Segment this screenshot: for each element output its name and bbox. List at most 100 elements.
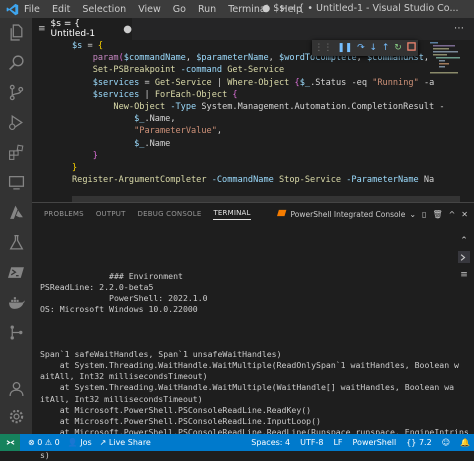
code-line[interactable]: } — [72, 150, 445, 162]
chevron-down-icon[interactable]: ⌄ — [409, 210, 416, 219]
code-line[interactable]: $services | ForEach-Object { — [72, 89, 445, 101]
tab-terminal[interactable]: TERMINAL — [213, 209, 251, 220]
minimap[interactable] — [430, 40, 460, 80]
settings-gear-icon[interactable] — [6, 406, 26, 426]
code-token: $_ — [134, 138, 145, 149]
chevron-up-icon[interactable]: ^ — [449, 210, 456, 219]
menu-go[interactable]: Go — [173, 4, 186, 15]
account-icon[interactable] — [6, 378, 26, 398]
code-token: { — [289, 77, 300, 88]
encoding-status[interactable]: UTF-8 — [300, 438, 323, 447]
code-token: - — [434, 101, 445, 112]
menu-selection[interactable]: Selection — [82, 4, 126, 15]
code-token: = — [139, 77, 155, 88]
code-token: System.Management.Automation.CompletionR… — [201, 101, 435, 112]
docker-icon[interactable] — [6, 292, 26, 312]
terminal-tab-icon[interactable] — [458, 251, 470, 263]
more-actions-icon[interactable]: ⋯ — [454, 23, 464, 34]
notifications-icon[interactable]: 🔔 — [460, 438, 470, 447]
code-line[interactable]: } — [72, 162, 445, 174]
extensions-icon[interactable] — [6, 142, 26, 162]
code-token: Stop-Service — [278, 175, 342, 186]
code-line[interactable]: $services = Get-Service | Where-Object {… — [72, 77, 445, 89]
menu-file[interactable]: File — [24, 4, 40, 15]
tab-debug-console[interactable]: DEBUG CONSOLE — [138, 210, 202, 218]
indentation-status[interactable]: Spaces: 4 — [251, 438, 290, 447]
pause-icon[interactable]: ❚❚ — [337, 43, 352, 53]
remote-indicator-icon[interactable] — [0, 434, 20, 451]
code-line[interactable]: "ParameterValue", — [72, 125, 445, 137]
powershell-version[interactable]: {} 7.2 — [406, 438, 431, 447]
live-share-button[interactable]: ↗ Live Share — [100, 438, 151, 447]
feedback-icon[interactable]: ☺ — [442, 438, 450, 447]
search-icon[interactable] — [6, 52, 26, 72]
code-token: Get-Service — [154, 77, 212, 88]
terminal-selector[interactable]: PowerShell Integrated Console — [291, 210, 406, 219]
code-editor[interactable]: $s = { param($commandName, $parameterNam… — [32, 40, 474, 202]
status-bar: ⊗ 0 ⚠ 0 👤 Jos ↗ Live Share Spaces: 4 UTF… — [0, 434, 474, 451]
menu-view[interactable]: View — [138, 4, 161, 15]
close-icon[interactable]: ● — [123, 24, 132, 35]
source-control-icon[interactable] — [6, 82, 26, 102]
code-token: "ParameterValue" — [134, 126, 217, 137]
run-debug-icon[interactable] — [6, 112, 26, 132]
code-line[interactable]: $_.Name — [72, 138, 445, 150]
menu-run[interactable]: Run — [198, 4, 216, 15]
code-line[interactable]: Set-PSBreakpoint -command Get-Service — [72, 64, 445, 76]
step-out-icon[interactable]: ↑ — [382, 43, 390, 53]
code-text[interactable]: $s = { param($commandName, $parameterNam… — [72, 40, 445, 186]
close-panel-icon[interactable]: ✕ — [461, 210, 468, 219]
code-token: Set-PSBreakpoint — [92, 65, 176, 76]
terminal-line: ### Environment — [40, 270, 183, 281]
drag-handle-icon[interactable]: ⋮⋮ — [314, 43, 332, 53]
eol-status[interactable]: LF — [333, 438, 342, 447]
stop-icon[interactable] — [406, 42, 416, 54]
language-mode[interactable]: PowerShell — [353, 438, 397, 447]
code-line[interactable]: Register-ArgumentCompleter -CommandName … — [72, 174, 445, 186]
remote-explorer-icon[interactable] — [6, 172, 26, 192]
terminal-scroll-up-icon[interactable]: ⌃ — [458, 235, 470, 247]
code-token: -eq — [351, 77, 373, 88]
terminal-output[interactable]: ### Environment PSReadLine: 2.2.0-beta5 P… — [40, 237, 469, 461]
explorer-icon[interactable] — [6, 22, 26, 42]
version-label: 7.2 — [418, 438, 432, 447]
terminal-list-icon[interactable]: ≡ — [458, 269, 470, 281]
split-terminal-icon[interactable]: ▯ — [422, 210, 426, 219]
git-graph-icon[interactable] — [6, 322, 26, 342]
code-token: , — [268, 53, 280, 64]
code-token: = — [82, 41, 98, 51]
tab-untitled-1[interactable]: ≡ $s = { Untitled-1 ● — [32, 18, 132, 40]
error-icon: ⊗ — [28, 438, 35, 447]
step-over-icon[interactable]: ↷ — [357, 43, 365, 53]
code-token: .Name — [144, 138, 171, 149]
tab-problems[interactable]: PROBLEMS — [44, 210, 84, 218]
problems-status[interactable]: ⊗ 0 ⚠ 0 — [28, 438, 60, 447]
terminal-line: at System.Threading.WaitHandle.WaitMulti… — [40, 382, 455, 393]
menu-edit[interactable]: Edit — [52, 4, 70, 15]
code-token: ForEach-Object — [154, 89, 228, 100]
window-title: ● $s = { • Untitled-1 - Visual Studio Co… — [262, 3, 459, 14]
code-line[interactable]: New-Object -Type System.Management.Autom… — [72, 101, 445, 113]
step-into-icon[interactable]: ↓ — [369, 43, 377, 53]
code-line[interactable]: $_.Name, — [72, 113, 445, 125]
code-token: New-Object — [113, 101, 166, 112]
account-status[interactable]: 👤 Jos — [68, 438, 92, 447]
live-share-label: Live Share — [108, 438, 151, 447]
testing-icon[interactable] — [6, 232, 26, 252]
code-token: Where-Object — [227, 77, 290, 88]
azure-icon[interactable] — [6, 202, 26, 222]
terminal-line: PSReadLine: 2.2.0-beta5 — [40, 281, 154, 292]
tab-output[interactable]: OUTPUT — [96, 210, 126, 218]
kill-terminal-icon[interactable]: 🗑 — [432, 210, 442, 219]
warning-count: 0 — [54, 438, 60, 447]
powershell-icon[interactable] — [6, 262, 26, 282]
restart-icon[interactable]: ↻ — [394, 43, 402, 53]
code-token: $services — [92, 77, 140, 88]
